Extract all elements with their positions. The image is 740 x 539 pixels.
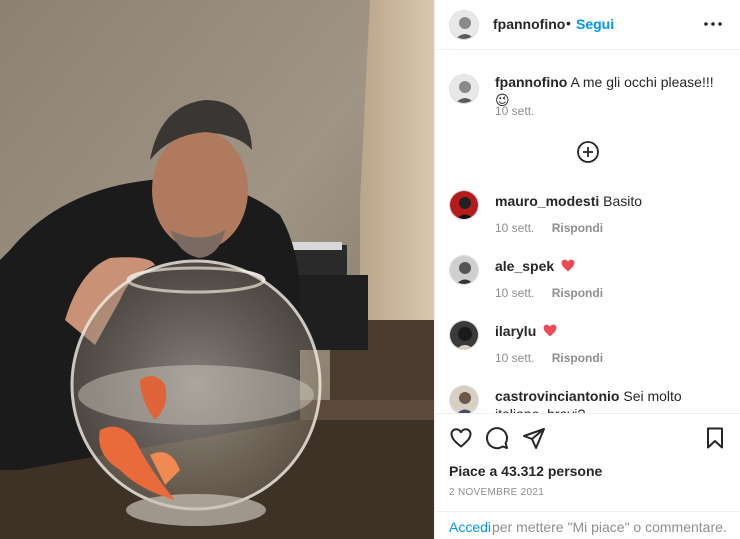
login-prompt: Accedi per mettere "Mi piace" o commenta… xyxy=(435,511,740,539)
follow-button[interactable]: Segui xyxy=(576,16,614,32)
separator-dot: • xyxy=(566,15,571,31)
comment-time[interactable]: 10 sett. xyxy=(495,221,534,235)
post-actions: Piace a 43.312 persone 2 NOVEMBRE 2021 A… xyxy=(435,413,740,539)
caption-text: A me gli occhi please!!! xyxy=(570,74,714,90)
red-heart-emoji-icon xyxy=(543,324,557,337)
comment-username[interactable]: ale_spek xyxy=(495,258,554,274)
comment-username[interactable]: ilarylu xyxy=(495,323,536,339)
comment-avatar[interactable] xyxy=(449,255,479,285)
comment-username[interactable]: castrovinciantonio xyxy=(495,388,619,404)
caption-time[interactable]: 10 sett. xyxy=(495,104,534,118)
plus-circle-icon[interactable] xyxy=(576,140,600,164)
likes-count[interactable]: Piace a 43.312 persone xyxy=(449,463,602,479)
reply-button[interactable]: Rispondi xyxy=(552,286,603,300)
author-username[interactable]: fpannofino xyxy=(493,16,565,32)
login-link[interactable]: Accedi xyxy=(449,519,491,535)
author-avatar[interactable] xyxy=(449,10,479,40)
comment-avatar[interactable] xyxy=(449,190,479,220)
post-photo xyxy=(0,0,434,539)
post-date[interactable]: 2 NOVEMBRE 2021 xyxy=(449,487,544,498)
bookmark-icon[interactable] xyxy=(703,426,727,450)
heart-outline-icon[interactable] xyxy=(449,426,473,450)
reply-button[interactable]: Rispondi xyxy=(552,221,603,235)
caption-avatar[interactable] xyxy=(449,74,479,104)
reply-button[interactable]: Rispondi xyxy=(552,351,603,365)
comment-bubble-icon[interactable] xyxy=(485,426,509,450)
comment-text: Basito xyxy=(603,193,643,209)
paper-plane-icon[interactable] xyxy=(522,426,546,450)
red-heart-emoji-icon xyxy=(561,259,575,272)
comment-avatar[interactable] xyxy=(449,320,479,350)
more-horizontal-icon[interactable] xyxy=(703,14,723,34)
comments-list[interactable]: fpannofino A me gli occhi please!!! 😉 10… xyxy=(435,51,740,413)
post-side-panel: fpannofino • Segui fpannofino A me gli o… xyxy=(434,0,740,539)
post-header: fpannofino • Segui xyxy=(435,0,740,50)
comment-time[interactable]: 10 sett. xyxy=(495,351,534,365)
comment-username[interactable]: mauro_modesti xyxy=(495,193,599,209)
caption-username[interactable]: fpannofino xyxy=(495,74,567,90)
comment-time[interactable]: 10 sett. xyxy=(495,286,534,300)
comment-avatar[interactable] xyxy=(449,385,479,413)
login-prompt-text: per mettere "Mi piace" o commentare. xyxy=(492,519,727,535)
